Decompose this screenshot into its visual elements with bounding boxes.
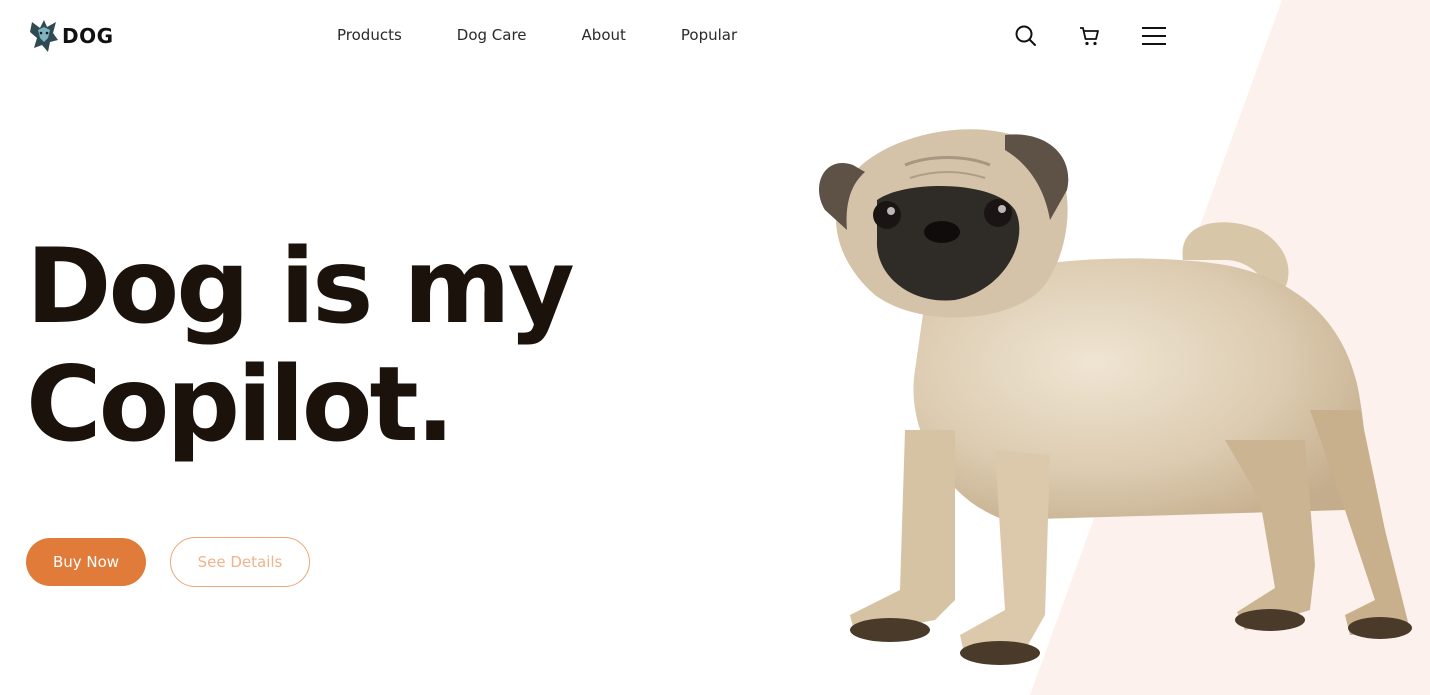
nav-link-dog-care[interactable]: Dog Care bbox=[457, 26, 527, 44]
search-icon[interactable] bbox=[1014, 24, 1038, 48]
see-details-button[interactable]: See Details bbox=[170, 537, 310, 587]
main-menu: Products Dog Care About Popular bbox=[337, 26, 792, 44]
buy-now-button[interactable]: Buy Now bbox=[26, 538, 146, 586]
nav-link-products[interactable]: Products bbox=[337, 26, 402, 44]
cart-icon[interactable] bbox=[1078, 24, 1102, 48]
top-navigation: DOG Products Dog Care About Popular bbox=[0, 0, 1430, 72]
hero-title-line-1: Dog is my bbox=[26, 227, 575, 347]
nav-link-about[interactable]: About bbox=[582, 26, 626, 44]
hero-title-line-2: Copilot. bbox=[26, 345, 455, 465]
header-actions bbox=[1014, 24, 1167, 48]
pug-puppy-image bbox=[819, 129, 1412, 665]
wolf-head-icon bbox=[30, 20, 58, 52]
brand-name: DOG bbox=[62, 24, 114, 48]
nav-link-popular[interactable]: Popular bbox=[681, 26, 737, 44]
brand-logo[interactable]: DOG bbox=[28, 18, 114, 54]
hamburger-menu-icon[interactable] bbox=[1141, 24, 1167, 48]
hero-title: Dog is my Copilot. bbox=[26, 227, 575, 465]
